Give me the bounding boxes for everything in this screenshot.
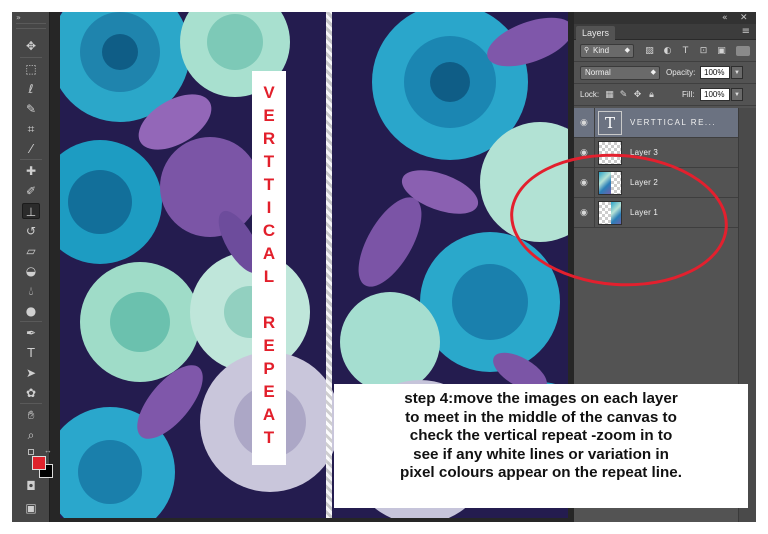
custom-shape-tool-icon[interactable]: ✿ <box>22 385 40 401</box>
label-letter: T <box>263 152 275 171</box>
caption-text: step 4:move the images on each layer to … <box>400 390 682 482</box>
lock-pixels-icon[interactable]: ✎ <box>618 90 629 100</box>
lock-label: Lock: <box>580 90 600 99</box>
label-letter: E <box>263 382 275 401</box>
pixel-filter-icon[interactable]: ▨ <box>644 46 655 56</box>
label-letter: E <box>263 336 275 355</box>
toolbar-divider <box>20 403 42 404</box>
layer-row-vertical-repeat[interactable]: ◉ T VERTTICAL RE... <box>574 108 738 138</box>
pen-tool-icon[interactable]: ✒ <box>22 325 40 341</box>
tab-layers[interactable]: Layers <box>576 26 616 40</box>
collapse-toolbar-icon[interactable]: » <box>16 14 21 22</box>
path-selection-tool-icon[interactable]: ➤ <box>22 365 40 381</box>
row-divider <box>594 108 595 138</box>
fill-input[interactable]: 100% <box>700 88 730 101</box>
opacity-label: Opacity: <box>666 68 696 77</box>
eye-icon[interactable]: ◉ <box>580 118 590 128</box>
instruction-caption: step 4:move the images on each layer to … <box>334 384 748 508</box>
marquee-tool-icon[interactable]: ⬚ <box>22 61 40 77</box>
blend-mode-select[interactable]: Normal ◆ <box>580 66 660 80</box>
lock-position-icon[interactable]: ✥ <box>632 90 643 100</box>
toolbar-divider <box>20 159 42 160</box>
clone-stamp-tool-icon[interactable]: ⊥ <box>22 203 40 219</box>
dropdown-arrow-icon: ◆ <box>624 47 630 54</box>
shape-filter-icon[interactable]: ⊡ <box>698 46 709 56</box>
label-letter: A <box>262 244 276 263</box>
repeat-seam-line <box>326 12 332 518</box>
blend-row: Normal ◆ Opacity: 100% ▼ <box>574 62 756 84</box>
toolbar-grip[interactable] <box>16 23 46 29</box>
tools-panel: » ✥ ⬚ ℓ ✎ ⌗ ⁄ ✚ ✐ ⊥ ↺ ▱ ◒ 💧︎ ● ✒ T ➤ ✿ ✋… <box>12 12 53 522</box>
toolbar-divider <box>20 57 42 58</box>
collapse-panel-icon[interactable]: « <box>722 12 728 24</box>
move-tool-icon[interactable]: ✥ <box>22 38 40 54</box>
label-letter: R <box>262 129 276 148</box>
opacity-dropdown-icon[interactable]: ▼ <box>731 66 743 79</box>
label-letter: I <box>266 198 272 217</box>
vertical-repeat-label: V E R T T I C A L R E P E A T <box>252 71 286 465</box>
quick-mask-icon[interactable]: ◘ <box>22 478 40 494</box>
close-panel-icon[interactable]: ✕ <box>740 12 748 24</box>
brush-tool-icon[interactable]: ✐ <box>22 183 40 199</box>
history-brush-tool-icon[interactable]: ↺ <box>22 223 40 239</box>
foreground-color-swatch[interactable] <box>32 456 46 470</box>
toolbar-divider <box>20 321 42 322</box>
label-letter: R <box>262 313 276 332</box>
filter-toggle-icon[interactable] <box>736 46 750 56</box>
swap-colors-icon[interactable]: ↔ <box>44 446 52 455</box>
eyedropper-tool-icon[interactable]: ⁄ <box>22 141 40 157</box>
filter-kind-value: Kind <box>593 46 610 55</box>
type-tool-icon[interactable]: T <box>22 345 40 361</box>
label-letter: V <box>263 83 275 102</box>
layer-filter-row: ⚲ Kind ◆ ▨ ◐ T ⊡ ▣ <box>574 40 756 62</box>
smart-object-filter-icon[interactable]: ▣ <box>716 46 727 56</box>
screen-mode-icon[interactable]: ▣ <box>22 500 40 516</box>
panel-tab-bar: Layers ≡ <box>574 24 756 40</box>
type-filter-icon[interactable]: T <box>680 46 691 56</box>
lasso-tool-icon[interactable]: ℓ <box>22 81 40 97</box>
label-letter: E <box>263 106 275 125</box>
label-letter: T <box>263 175 275 194</box>
zoom-tool-icon[interactable]: ⌕ <box>22 427 40 443</box>
text-layer-thumbnail-icon: T <box>598 111 622 135</box>
lock-row: Lock: ▦ ✎ ✥ 🔒︎ Fill: 100% ▼ <box>574 84 756 106</box>
panel-menu-icon[interactable]: ≡ <box>742 25 750 39</box>
adjustment-filter-icon[interactable]: ◐ <box>662 46 673 56</box>
crop-tool-icon[interactable]: ⌗ <box>22 121 40 137</box>
lock-transparent-icon[interactable]: ▦ <box>604 90 615 100</box>
blur-tool-icon[interactable]: 💧︎ <box>22 283 40 299</box>
fill-label: Fill: <box>682 90 695 99</box>
filter-kind-select[interactable]: ⚲ Kind ◆ <box>580 44 634 58</box>
label-letter: A <box>262 405 276 424</box>
dodge-tool-icon[interactable]: ● <box>22 303 40 319</box>
quick-select-tool-icon[interactable]: ✎ <box>22 101 40 117</box>
default-colors-icon[interactable] <box>28 449 34 455</box>
label-letter: P <box>263 359 275 378</box>
fill-dropdown-icon[interactable]: ▼ <box>731 88 743 101</box>
healing-brush-tool-icon[interactable]: ✚ <box>22 163 40 179</box>
opacity-input[interactable]: 100% <box>700 66 730 79</box>
dropdown-arrow-icon: ◆ <box>650 69 656 76</box>
panel-title-bar[interactable]: « ✕ <box>574 12 756 24</box>
label-letter: T <box>263 428 275 447</box>
search-icon: ⚲ <box>584 47 590 54</box>
layer-name: VERTTICAL RE... <box>630 118 717 127</box>
label-letter: C <box>262 221 276 240</box>
blend-mode-value: Normal <box>585 68 611 77</box>
lock-all-icon[interactable]: 🔒︎ <box>646 90 657 100</box>
paint-bucket-tool-icon[interactable]: ◒ <box>22 263 40 279</box>
hand-tool-icon[interactable]: ✋︎ <box>22 407 40 423</box>
label-letter: L <box>263 267 275 286</box>
eraser-tool-icon[interactable]: ▱ <box>22 243 40 259</box>
